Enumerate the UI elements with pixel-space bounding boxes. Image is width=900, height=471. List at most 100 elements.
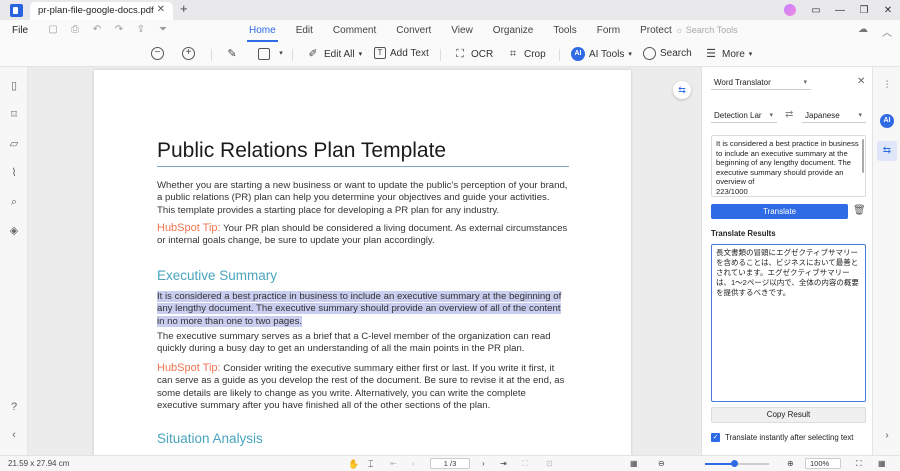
source-language-select[interactable]: Detection Lar ▾ (711, 109, 777, 123)
chevron-right-icon[interactable]: › (880, 429, 894, 443)
trash-icon[interactable]: 🗑 (853, 205, 866, 216)
last-page-icon[interactable]: ⇥ (500, 459, 507, 468)
tab-comment[interactable]: Comment (323, 20, 386, 42)
quick-access-bar: ▢ ⎙ ↶ ↷ ⇪ ⏷ (45, 24, 171, 35)
tip-paragraph-2: HubSpot Tip: Consider writing the execut… (157, 362, 569, 412)
share-icon[interactable]: ⇪ (133, 24, 149, 35)
ai-tools-button[interactable]: AI AI Tools ▾ (571, 47, 632, 61)
zoom-in-icon[interactable]: ⊕ (787, 459, 794, 468)
chevron-left-icon[interactable]: ‹ (8, 429, 20, 441)
translate-button[interactable]: Translate (711, 204, 848, 219)
source-text-area[interactable]: It is considered a best practice in busi… (711, 135, 866, 197)
crop-button[interactable]: ⌗ Crop (506, 47, 546, 61)
attachment-icon[interactable]: ⌇ (8, 167, 20, 179)
search-label: Search (660, 48, 692, 59)
zoom-in-button[interactable]: + (182, 47, 195, 60)
thumbnails-icon[interactable]: ▯ (8, 80, 20, 92)
tab-home[interactable]: Home (239, 20, 286, 42)
search-icon[interactable]: ⌕ (8, 196, 20, 208)
restore-icon[interactable]: ❐ (852, 5, 876, 16)
new-tab-icon[interactable]: + (180, 1, 188, 16)
close-window-icon[interactable]: ✕ (876, 5, 900, 16)
app-logo-icon (10, 4, 23, 17)
page-number-input[interactable]: 1 /3 (430, 458, 470, 469)
translate-float-button[interactable]: ⇆ (673, 81, 691, 99)
tab-view[interactable]: View (441, 20, 483, 42)
rectangle-icon (258, 48, 270, 60)
zoom-slider[interactable] (705, 460, 769, 467)
minimize-icon[interactable]: — (828, 5, 852, 16)
scrollbar[interactable] (862, 139, 864, 173)
zoom-level-select[interactable]: 100% (805, 458, 841, 469)
add-text-button[interactable]: T Add Text (374, 47, 429, 59)
layers-icon[interactable]: ◈ (8, 225, 20, 237)
fit-page-icon[interactable]: ⛶ (522, 459, 528, 469)
zoom-out-button[interactable]: − (151, 47, 164, 60)
edit-all-button[interactable]: ✐ Edit All ▾ (306, 47, 362, 61)
search-tools-input[interactable]: ☼ Search Tools (675, 25, 738, 35)
next-page-icon[interactable]: › (482, 459, 485, 468)
document-tab[interactable]: pr-plan-file-google-docs.pdf ✕ (30, 2, 173, 20)
hand-tool-icon[interactable]: ✋ (348, 459, 359, 470)
text-selection-highlight[interactable]: It is considered a best practice in busi… (157, 291, 562, 327)
zoom-slider-thumb[interactable] (730, 460, 738, 467)
previous-page-icon[interactable]: ‹ (412, 459, 415, 468)
source-language-value: Detection Lar (714, 111, 762, 120)
shape-button[interactable]: ▾ (258, 47, 288, 61)
section-heading-situation-analysis: Situation Analysis (157, 431, 263, 446)
undo-icon[interactable]: ↶ (89, 24, 105, 35)
help-icon[interactable]: ? (8, 401, 20, 413)
tab-convert[interactable]: Convert (386, 20, 441, 42)
target-language-value: Japanese (805, 111, 840, 120)
grid-view-icon[interactable]: ▦ (878, 459, 886, 468)
tab-tools[interactable]: Tools (543, 20, 586, 42)
selected-paragraph[interactable]: It is considered a best practice in busi… (157, 291, 569, 328)
page-layout-icon[interactable]: ▦ (630, 459, 638, 468)
ai-assistant-icon[interactable]: AI (880, 114, 894, 128)
intro-paragraph: Whether you are starting a new business … (157, 180, 568, 216)
tab-form[interactable]: Form (587, 20, 630, 42)
tip-paragraph-1: HubSpot Tip: Your PR plan should be cons… (157, 222, 569, 248)
redo-icon[interactable]: ↷ (111, 24, 127, 35)
more-button[interactable]: ☰ More ▾ (704, 47, 752, 61)
body-paragraph: The executive summary serves as a brief … (157, 331, 551, 355)
select-tool-icon[interactable]: ⌶ (368, 459, 373, 470)
file-menu[interactable]: File (12, 25, 28, 36)
tab-organize[interactable]: Organize (483, 20, 544, 42)
fit-width-icon[interactable]: ⊡ (546, 459, 553, 468)
zoom-slider-fill (705, 463, 734, 465)
translate-instantly-checkbox[interactable]: ✓ (711, 433, 720, 442)
tab-protect[interactable]: Protect (630, 20, 682, 42)
copy-result-button[interactable]: Copy Result (711, 407, 866, 423)
pdf-page[interactable]: Public Relations Plan Template Whether y… (94, 70, 631, 455)
translate-instantly-option[interactable]: ✓ Translate instantly after selecting te… (711, 433, 853, 442)
first-page-icon[interactable]: ⇤ (390, 459, 397, 468)
properties-icon[interactable]: ⫶ (880, 79, 894, 93)
translate-panel-icon[interactable]: ⇆ (877, 141, 897, 161)
swap-languages-icon[interactable]: ⇄ (785, 109, 793, 120)
fullscreen-icon[interactable]: ⛶ (856, 459, 862, 469)
avatar[interactable] (784, 4, 796, 16)
search-button[interactable]: Search (643, 47, 692, 60)
comment-icon[interactable]: ▱ (8, 138, 20, 150)
print-icon[interactable]: ⎙ (67, 24, 83, 35)
tab-close-icon[interactable]: ✕ (157, 4, 165, 15)
right-sidebar: ⫶ AI ⇆ › (872, 67, 900, 455)
highlight-button[interactable]: ✎ (225, 47, 239, 61)
zoom-out-icon[interactable]: ⊖ (658, 459, 665, 468)
target-language-select[interactable]: Japanese ▾ (802, 109, 866, 123)
document-viewer[interactable]: Public Relations Plan Template Whether y… (28, 67, 701, 455)
expand-icon[interactable]: ︿ (882, 24, 892, 39)
save-icon[interactable]: ▢ (45, 24, 61, 35)
toolbar-divider (559, 49, 560, 61)
feedback-icon[interactable]: ▭ (804, 5, 828, 16)
translate-results-area[interactable]: 長文書類の冒頭にエグゼクティブサマリーを含めることは、ビジネスにおいて最善とされ… (711, 244, 866, 402)
ocr-button[interactable]: ⛶ OCR (453, 47, 493, 61)
translator-tool-select[interactable]: Word Translator ▾ (711, 76, 811, 90)
close-panel-icon[interactable]: ✕ (857, 76, 865, 87)
menu-lines-icon: ☰ (706, 48, 716, 60)
bookmark-icon[interactable]: ⌑ (8, 109, 20, 121)
customize-icon[interactable]: ⏷ (155, 24, 171, 35)
cloud-icon[interactable]: ☁ (858, 24, 868, 39)
tab-edit[interactable]: Edit (286, 20, 323, 42)
